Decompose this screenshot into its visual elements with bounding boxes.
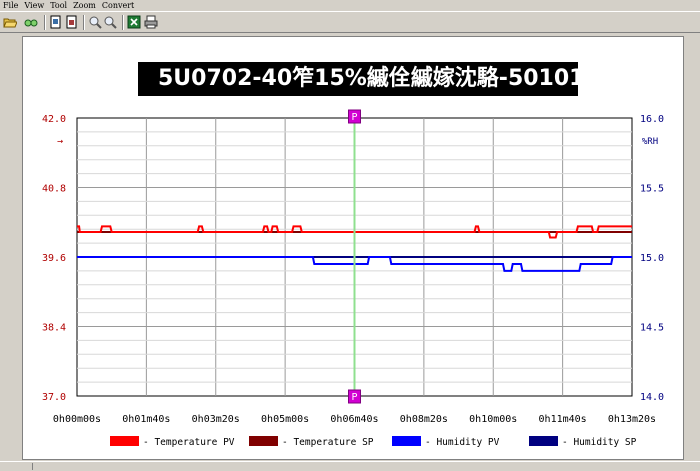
right-axis-tick-label: 14.0 (640, 392, 664, 403)
legend-item: - Temperature PV (110, 436, 235, 448)
right-axis-unit: %RH (642, 137, 658, 147)
legend: - Temperature PV - Temperature SP - Humidi… (110, 436, 637, 448)
x-axis-tick-label: 0h06m40s (330, 414, 378, 425)
x-axis-tick-label: 0h05m00s (261, 414, 309, 425)
right-axis-tick-label: 15.5 (640, 184, 664, 195)
legend-item: - Humidity SP (529, 436, 637, 448)
x-axis-tick-label: 0h10m00s (469, 414, 517, 425)
status-cell (32, 463, 33, 470)
cursor-marker-top[interactable]: P (348, 109, 361, 124)
x-axis-tick-label: 0h00m00s (53, 414, 101, 425)
left-axis-unit-marker: → (57, 136, 63, 147)
right-axis-tick-label: 16.0 (640, 114, 664, 125)
left-axis-tick-label: 37.0 (42, 392, 66, 403)
legend-swatch (392, 436, 421, 446)
x-axis-tick-label: 0h08m20s (400, 414, 448, 425)
chart-title: 5U0702-40笮15%縬佺縬嫁沈駱-501010-0.grp (138, 62, 578, 96)
legend-swatch (529, 436, 558, 446)
cursor-marker-top-label: P (351, 112, 357, 123)
cursor-marker-bottom-label: P (351, 392, 357, 403)
legend-label: - Temperature PV (143, 437, 235, 448)
left-axis-tick-label: 40.8 (42, 184, 66, 195)
left-axis-tick-label: 38.4 (42, 323, 66, 334)
x-axis-tick-label: 0h01m40s (122, 414, 170, 425)
legend-label: - Humidity SP (562, 437, 637, 448)
legend-label: - Temperature SP (282, 437, 374, 448)
legend-label: - Humidity PV (425, 437, 500, 448)
chart-title-text: 5U0702-40笮15%縬佺縬嫁沈駱-501010-0.grp (158, 66, 578, 91)
legend-swatch (110, 436, 139, 446)
legend-item: - Temperature SP (249, 436, 374, 448)
legend-item: - Humidity PV (392, 436, 500, 448)
right-axis-tick-label: 15.0 (640, 253, 664, 264)
legend-swatch (249, 436, 278, 446)
cursor-marker-bottom[interactable]: P (348, 389, 361, 404)
x-axis-tick-label: 0h03m20s (192, 414, 240, 425)
left-axis-tick-label: 39.6 (42, 253, 66, 264)
x-axis-tick-label: 0h13m20s (608, 414, 656, 425)
x-axis-tick-label: 0h11m40s (539, 414, 587, 425)
left-axis-tick-label: 42.0 (42, 114, 66, 125)
right-axis-tick-label: 14.5 (640, 323, 664, 334)
